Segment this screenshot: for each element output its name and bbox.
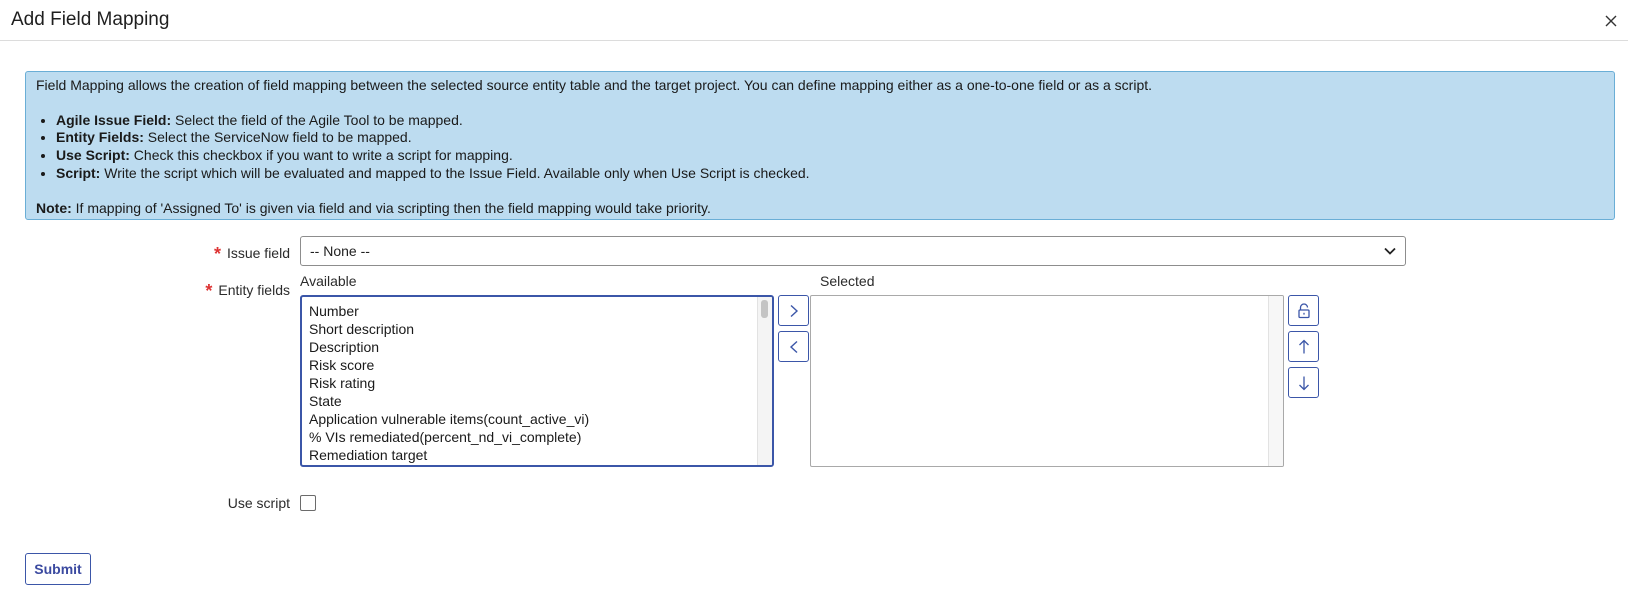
- issue-field-value: -- None --: [310, 243, 370, 259]
- info-item-term: Use Script:: [56, 147, 130, 164]
- selected-listbox[interactable]: [810, 295, 1284, 467]
- info-note-desc: If mapping of 'Assigned To' is given via…: [71, 199, 711, 216]
- list-item[interactable]: % VIs remediated(percent_nd_vi_complete): [309, 428, 765, 446]
- arrow-down-icon: [1298, 376, 1309, 390]
- info-item-desc: Select the field of the Agile Tool to be…: [171, 111, 463, 128]
- close-icon: [1605, 15, 1617, 27]
- info-item: Agile Issue Field: Select the field of t…: [56, 112, 1604, 130]
- scroll-thumb[interactable]: [761, 300, 768, 318]
- dialog-title: Add Field Mapping: [11, 9, 170, 30]
- dialog-header: Add Field Mapping: [0, 0, 1628, 41]
- list-item[interactable]: Number: [309, 302, 765, 320]
- move-up-button[interactable]: [1288, 331, 1319, 362]
- available-list: Number Short description Description Ris…: [302, 297, 772, 465]
- selected-scrollbar[interactable]: [1268, 296, 1283, 466]
- info-intro: Field Mapping allows the creation of fie…: [36, 77, 1153, 93]
- lock-icon: [1297, 302, 1310, 318]
- chevron-down-icon: [1384, 247, 1396, 255]
- selected-heading: Selected: [820, 273, 875, 289]
- list-item[interactable]: Remediation target: [309, 446, 765, 464]
- info-item-term: Agile Issue Field:: [56, 111, 172, 128]
- list-item[interactable]: Application vulnerable items(count_activ…: [309, 410, 765, 428]
- issue-field-select[interactable]: -- None --: [300, 236, 1406, 266]
- move-down-button[interactable]: [1288, 367, 1319, 398]
- info-item-desc: Check this checkbox if you want to write…: [129, 147, 513, 164]
- info-item-desc: Select the ServiceNow field to be mapped…: [143, 129, 412, 146]
- info-item: Use Script: Check this checkbox if you w…: [56, 147, 1604, 165]
- use-script-label: Use script: [227, 495, 290, 511]
- list-item[interactable]: Description: [309, 338, 765, 356]
- use-script-checkbox[interactable]: [300, 495, 316, 511]
- list-item[interactable]: Short description: [309, 320, 765, 338]
- available-listbox[interactable]: Number Short description Description Ris…: [300, 295, 774, 467]
- chevron-left-icon: [789, 340, 797, 353]
- issue-field-label: * Issue field: [190, 242, 290, 264]
- chevron-right-icon: [790, 304, 798, 317]
- required-indicator: *: [213, 244, 221, 264]
- info-item-term: Script:: [56, 164, 101, 181]
- arrow-up-icon: [1298, 339, 1309, 353]
- remove-from-selected-button[interactable]: [778, 331, 809, 362]
- available-heading: Available: [300, 273, 357, 289]
- entity-fields-label-text: Entity fields: [218, 282, 290, 298]
- close-button[interactable]: [1600, 10, 1622, 32]
- info-note-term: Note:: [36, 199, 72, 216]
- list-item[interactable]: Risk score: [309, 356, 765, 374]
- lock-button[interactable]: [1288, 295, 1319, 326]
- list-item[interactable]: State: [309, 392, 765, 410]
- entity-fields-label: * Entity fields: [180, 279, 290, 301]
- info-list: Agile Issue Field: Select the field of t…: [36, 112, 1604, 183]
- info-note: Note: If mapping of 'Assigned To' is giv…: [36, 200, 1604, 218]
- add-to-selected-button[interactable]: [778, 295, 809, 326]
- info-panel: Field Mapping allows the creation of fie…: [25, 71, 1615, 220]
- issue-field-label-text: Issue field: [226, 245, 290, 261]
- info-item: Entity Fields: Select the ServiceNow fie…: [56, 129, 1604, 147]
- available-scrollbar[interactable]: [757, 297, 772, 465]
- required-indicator: *: [205, 281, 213, 301]
- info-item-desc: Write the script which will be evaluated…: [100, 164, 810, 181]
- info-item-term: Entity Fields:: [56, 129, 144, 146]
- submit-button[interactable]: Submit: [25, 553, 91, 585]
- info-item: Script: Write the script which will be e…: [56, 165, 1604, 183]
- list-item[interactable]: Risk rating: [309, 374, 765, 392]
